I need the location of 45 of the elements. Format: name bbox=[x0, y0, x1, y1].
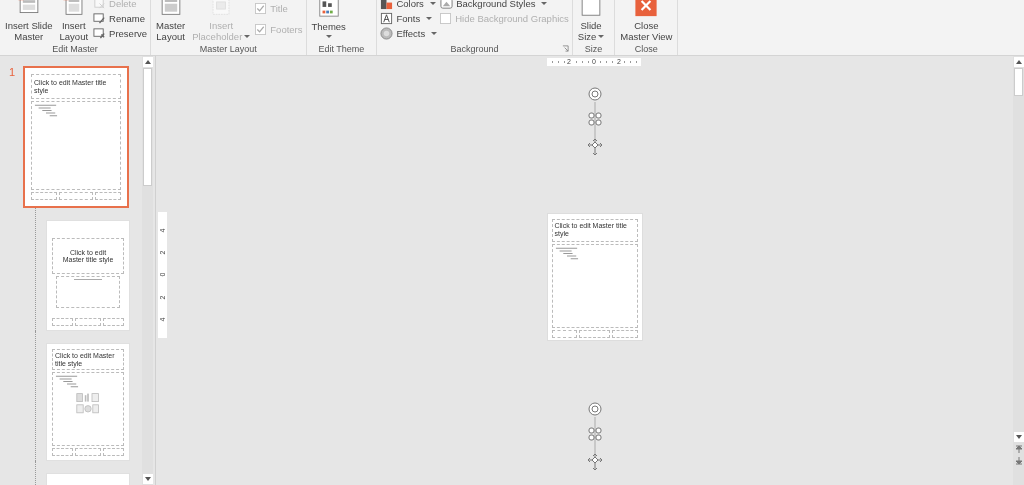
ribbon-button[interactable]: Slide Size bbox=[575, 0, 607, 42]
scroll-down-icon[interactable] bbox=[1013, 432, 1024, 442]
ribbon-button[interactable]: Effects bbox=[380, 26, 438, 40]
next-slide-icon[interactable] bbox=[1013, 456, 1024, 466]
group-label: Size bbox=[583, 42, 604, 55]
scrollbar[interactable] bbox=[142, 56, 153, 485]
scroll-up-icon[interactable] bbox=[1013, 57, 1024, 67]
bullet-lines-drawing bbox=[55, 375, 79, 389]
bullet-lines-drawing bbox=[554, 247, 579, 261]
ribbon-button[interactable]: Master Layout bbox=[154, 0, 188, 42]
ribbon-button[interactable]: Themes bbox=[309, 0, 348, 42]
ribbon-button[interactable]: Insert Slide Master bbox=[3, 0, 55, 42]
footer-placeholder bbox=[612, 329, 638, 338]
slide-number: 1 bbox=[9, 66, 17, 78]
bullet-lines-drawing bbox=[34, 104, 58, 118]
scroll-thumb[interactable] bbox=[1014, 68, 1023, 96]
ribbon-button[interactable]: Background Styles bbox=[440, 0, 569, 10]
previous-slide-icon[interactable] bbox=[1013, 444, 1024, 454]
footer-placeholder bbox=[578, 329, 611, 338]
group-label: Master Layout bbox=[198, 42, 258, 55]
rename-icon bbox=[93, 11, 107, 25]
scroll-down-icon[interactable] bbox=[142, 474, 153, 484]
scroll-up-icon[interactable] bbox=[142, 57, 153, 67]
color-swatch-icon bbox=[380, 0, 394, 10]
selection-handles-drawing[interactable] bbox=[585, 86, 605, 158]
pin-icon bbox=[93, 26, 107, 40]
footer-placeholder bbox=[551, 329, 577, 338]
ribbon-button[interactable]: Colors bbox=[380, 0, 438, 10]
ribbon-button[interactable]: Close Master View bbox=[618, 0, 675, 42]
group-label: Edit Theme bbox=[317, 42, 366, 55]
scrollbar[interactable] bbox=[1013, 56, 1024, 485]
ribbon-button[interactable]: Rename bbox=[93, 11, 148, 25]
group-label: Background bbox=[449, 42, 500, 55]
scroll-thumb[interactable] bbox=[143, 68, 152, 186]
font-box-icon bbox=[380, 11, 394, 25]
ribbon-button[interactable]: Fonts bbox=[380, 11, 438, 25]
effects-icon bbox=[380, 26, 394, 40]
group-label: Edit Master bbox=[51, 42, 99, 55]
ribbon-button[interactable]: Insert Layout bbox=[57, 0, 91, 42]
group-label: Close bbox=[633, 42, 659, 55]
delete-icon bbox=[93, 0, 107, 10]
dialog-launcher-icon[interactable] bbox=[561, 45, 569, 52]
selection-handles-drawing[interactable] bbox=[585, 401, 605, 473]
ribbon-button[interactable]: Preserve bbox=[93, 26, 148, 40]
subtitle-placeholder bbox=[56, 276, 120, 308]
